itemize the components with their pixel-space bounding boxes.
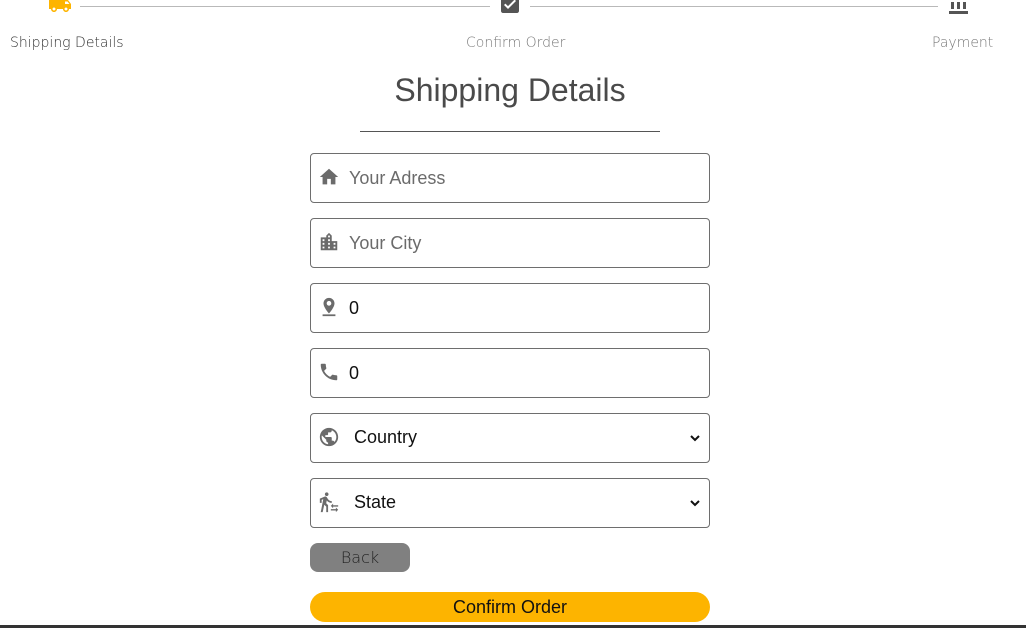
phone-icon: [320, 363, 338, 381]
address-input[interactable]: [349, 154, 699, 202]
country-select-value: Country: [354, 427, 418, 447]
state-select[interactable]: State: [310, 478, 710, 528]
title-divider: [360, 131, 660, 132]
back-button[interactable]: Back: [310, 543, 410, 572]
state-select-value: State: [354, 492, 397, 512]
location-pin-icon: [322, 297, 336, 317]
bank-icon: [949, 0, 968, 14]
truck-icon: [49, 0, 71, 12]
step-label-confirm: Confirm Order: [466, 35, 566, 51]
step-connector-2: [530, 6, 938, 7]
pincode-input[interactable]: [349, 284, 699, 332]
country-select[interactable]: Country: [310, 413, 710, 463]
address-field: [310, 153, 710, 203]
transfer-within-station-icon: [319, 492, 339, 513]
checklist-icon: [501, 0, 519, 13]
confirm-order-button[interactable]: Confirm Order: [310, 592, 710, 622]
city-field: [310, 218, 710, 268]
city-icon: [320, 232, 338, 251]
phone-input[interactable]: [349, 349, 699, 397]
step-label-shipping: Shipping Details: [10, 35, 124, 51]
chevron-down-icon: [690, 500, 700, 507]
step-connector-1: [80, 6, 490, 7]
page-title: Shipping Details: [394, 72, 626, 108]
step-label-payment: Payment: [932, 35, 994, 51]
home-icon: [319, 168, 339, 185]
chevron-down-icon: [690, 435, 700, 442]
progress-stepper: Shipping Details Confirm Order Payment: [0, 0, 1026, 60]
phone-field: [310, 348, 710, 398]
city-input[interactable]: [349, 219, 699, 267]
pincode-field: [310, 283, 710, 333]
globe-icon: [319, 427, 339, 447]
